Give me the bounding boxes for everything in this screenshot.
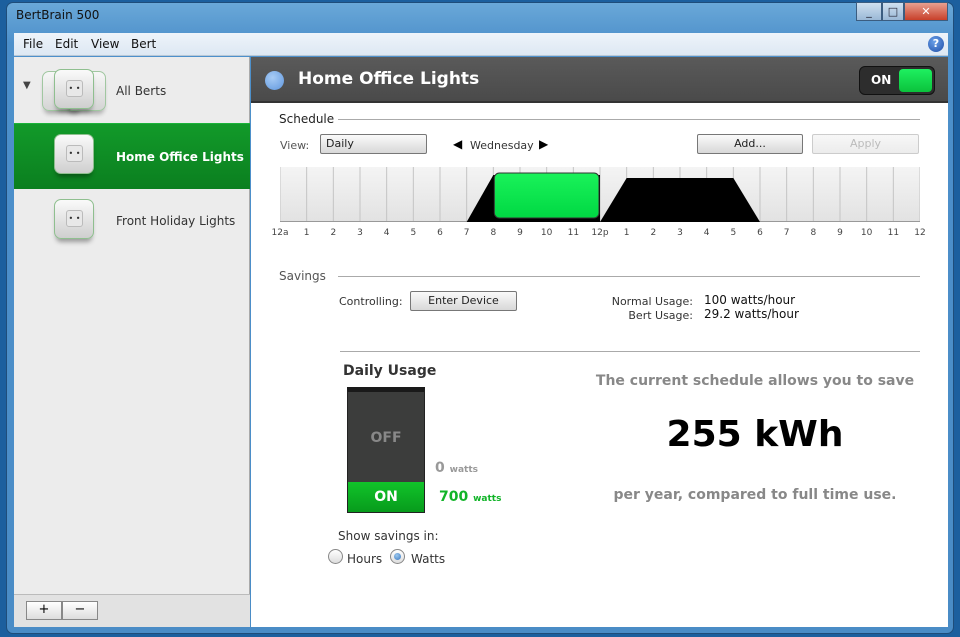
watts-radio[interactable] xyxy=(390,549,405,564)
x-tick-label: 12a xyxy=(271,228,289,238)
view-label: View: xyxy=(280,139,310,152)
x-tick-label: 7 xyxy=(783,228,790,238)
outlet-icon: • • xyxy=(54,134,94,174)
x-tick-label: 1 xyxy=(623,228,630,238)
x-tick-label: 5 xyxy=(410,228,417,238)
normal-usage-label: Normal Usage: xyxy=(611,295,693,308)
normal-usage-value: 100 watts/hour xyxy=(704,293,796,307)
x-tick-label: 2 xyxy=(650,228,657,238)
x-tick-label: 5 xyxy=(730,228,737,238)
help-icon[interactable]: ? xyxy=(928,36,944,52)
toggle-knob xyxy=(899,69,932,92)
x-tick-label: 8 xyxy=(810,228,817,238)
window-title: BertBrain 500 xyxy=(16,8,100,22)
x-tick-label: 11 xyxy=(567,228,580,238)
sidebar: ▼ • • All Berts • • Home Office Lights •… xyxy=(14,57,250,627)
on-value: 700 xyxy=(439,489,469,505)
x-tick-label: 11 xyxy=(887,228,900,238)
x-tick-label: 4 xyxy=(383,228,390,238)
enter-device-button[interactable]: Enter Device xyxy=(410,291,517,311)
sidebar-item-label: All Berts xyxy=(116,84,167,98)
on-label: ON xyxy=(348,482,424,512)
remove-bert-button[interactable]: − xyxy=(62,601,98,620)
savings-message-top: The current schedule allows you to save xyxy=(595,373,915,389)
sidebar-item-home-office-lights[interactable]: • • Home Office Lights xyxy=(14,123,250,189)
on-watts-value: 700 watts xyxy=(439,489,501,505)
x-tick-label: 6 xyxy=(437,228,443,238)
x-tick-label: 7 xyxy=(463,228,470,238)
show-savings-label: Show savings in: xyxy=(338,529,439,543)
off-watts-value: 0 watts xyxy=(435,460,478,476)
sidebar-item-front-holiday-lights[interactable]: • • Front Holiday Lights xyxy=(14,189,250,255)
menu-file[interactable]: File xyxy=(23,37,43,51)
device-title: Home Office Lights xyxy=(298,69,480,89)
sidebar-toolbar: + − xyxy=(14,594,250,627)
x-tick-label: 12p xyxy=(591,228,609,238)
divider xyxy=(338,276,920,277)
bert-usage-label: Bert Usage: xyxy=(628,309,693,322)
x-tick-label: 2 xyxy=(330,228,337,238)
sidebar-item-label: Front Holiday Lights xyxy=(116,214,236,228)
next-day-icon[interactable]: ▶ xyxy=(539,137,548,151)
power-toggle[interactable]: ON xyxy=(859,66,935,95)
divider xyxy=(340,351,920,352)
toggle-label: ON xyxy=(871,73,892,87)
menu-bert[interactable]: Bert xyxy=(131,37,156,51)
sidebar-item-all-berts[interactable]: ▼ • • All Berts xyxy=(14,57,250,123)
x-tick-label: 9 xyxy=(837,228,843,238)
sidebar-item-label: Home Office Lights xyxy=(116,150,244,164)
add-bert-button[interactable]: + xyxy=(26,601,62,620)
outlet-icon: • • xyxy=(54,199,94,239)
savings-message-bottom: per year, compared to full time use. xyxy=(613,487,897,503)
off-unit: watts xyxy=(449,465,478,475)
expand-triangle-icon[interactable]: ▼ xyxy=(23,80,31,91)
menu-view[interactable]: View xyxy=(91,37,119,51)
divider xyxy=(338,119,920,120)
x-tick-label: 10 xyxy=(860,228,873,238)
x-tick-label: 12 xyxy=(914,228,926,238)
x-tick-label: 3 xyxy=(677,228,683,238)
hours-label: Hours xyxy=(347,552,383,566)
minimize-button[interactable]: _ xyxy=(856,2,882,21)
on-unit: watts xyxy=(473,494,502,504)
x-tick-label: 9 xyxy=(517,228,523,238)
x-tick-label: 8 xyxy=(490,228,497,238)
on-period-1 xyxy=(600,178,760,222)
x-tick-label: 4 xyxy=(703,228,710,238)
savings-heading: Savings xyxy=(279,269,326,283)
off-label: OFF xyxy=(370,430,402,446)
prev-day-icon[interactable]: ◀ xyxy=(453,137,462,151)
maximize-button[interactable]: □ xyxy=(882,2,904,21)
outlet-icon: • • xyxy=(54,69,94,109)
schedule-chart[interactable] xyxy=(280,167,920,222)
daily-usage-title: Daily Usage xyxy=(343,363,437,379)
close-button[interactable]: ✕ xyxy=(904,2,948,21)
bert-usage-value: 29.2 watts/hour xyxy=(704,307,799,321)
menu-bar: File Edit View Bert xyxy=(14,33,948,56)
x-tick-label: 10 xyxy=(540,228,553,238)
controlling-label: Controlling: xyxy=(339,295,403,308)
schedule-heading: Schedule xyxy=(279,112,335,126)
selected-schedule-block[interactable] xyxy=(493,172,600,219)
view-select[interactable]: Daily xyxy=(320,134,427,154)
watts-label: Watts xyxy=(411,552,446,566)
add-schedule-button[interactable]: Add... xyxy=(697,134,803,154)
x-tick-label: 3 xyxy=(357,228,363,238)
apply-button[interactable]: Apply xyxy=(812,134,919,154)
off-value: 0 xyxy=(435,460,445,476)
status-dot-icon xyxy=(265,71,284,90)
menu-edit[interactable]: Edit xyxy=(55,37,78,51)
day-label: Wednesday xyxy=(470,139,534,152)
x-tick-label: 6 xyxy=(757,228,763,238)
x-tick-label: 1 xyxy=(303,228,310,238)
savings-amount: 255 kWh xyxy=(666,414,844,455)
device-header: Home Office Lights ON xyxy=(251,57,948,103)
daily-usage-meter: OFF ON xyxy=(347,387,425,513)
hours-radio[interactable] xyxy=(328,549,343,564)
